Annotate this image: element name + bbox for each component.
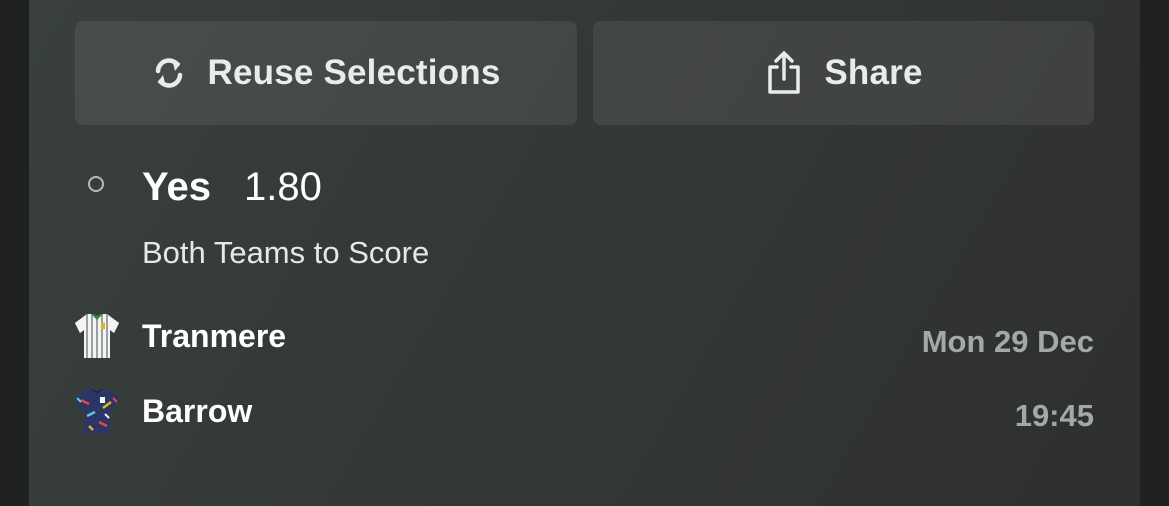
reuse-selections-label: Reuse Selections bbox=[207, 53, 501, 92]
selection-odds: 1.80 bbox=[244, 165, 322, 209]
away-team-row: Barrow bbox=[73, 385, 252, 437]
home-kit-icon bbox=[73, 311, 121, 361]
event-date: Mon 29 Dec bbox=[921, 324, 1094, 359]
refresh-icon bbox=[151, 54, 187, 92]
event-time: 19:45 bbox=[1014, 398, 1094, 433]
share-label: Share bbox=[824, 53, 923, 92]
bet-card: Reuse Selections Share Yes 1.80 Both Tea… bbox=[29, 0, 1140, 506]
reuse-selections-button[interactable]: Reuse Selections bbox=[75, 21, 577, 125]
home-team-row: Tranmere bbox=[73, 310, 286, 362]
share-button[interactable]: Share bbox=[593, 21, 1094, 125]
share-icon bbox=[764, 50, 804, 96]
home-team-name: Tranmere bbox=[142, 317, 287, 354]
selection-radio[interactable] bbox=[88, 176, 104, 192]
market-name: Both Teams to Score bbox=[142, 235, 430, 270]
selection-name: Yes bbox=[142, 165, 211, 209]
away-team-name: Barrow bbox=[142, 392, 253, 429]
away-kit-icon bbox=[73, 386, 121, 436]
